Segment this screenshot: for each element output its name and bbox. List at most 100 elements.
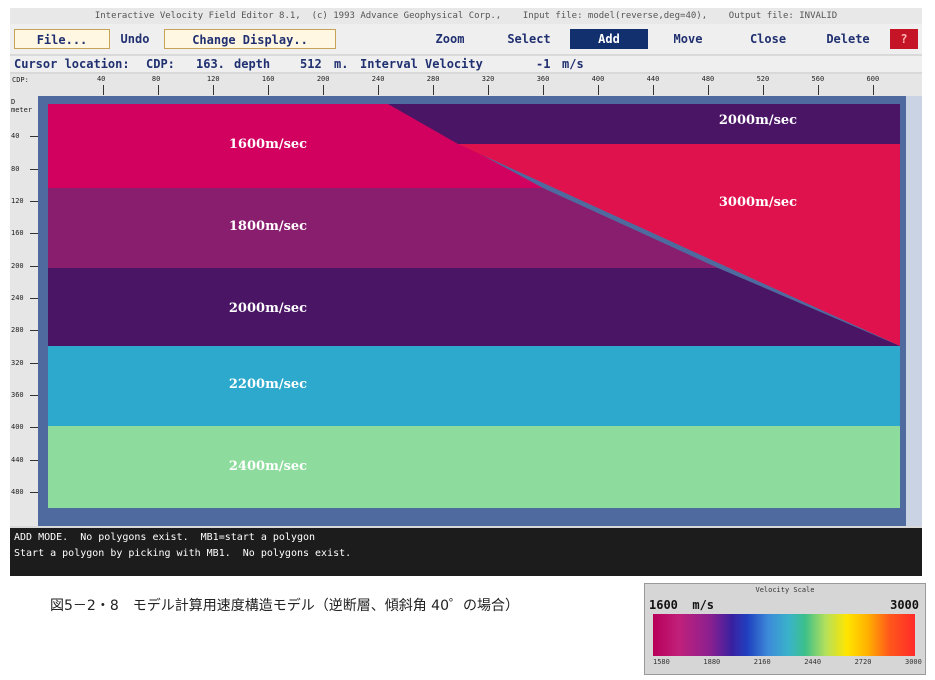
velocity-layer[interactable]: 2400m/sec	[48, 426, 900, 508]
cdp-tick	[597, 85, 599, 95]
cdp-tick-label: 360	[536, 75, 550, 83]
velocity-color-bar	[653, 614, 915, 656]
depth-tick-label: 240	[11, 293, 24, 302]
menu-bar: File... Undo Change Display.. Zoom Selec…	[10, 24, 922, 54]
depth-tick	[30, 362, 38, 364]
cdp-tick-label: 400	[591, 75, 605, 83]
message-line-1: ADD MODE. No polygons exist. MB1=start a…	[14, 532, 316, 543]
layer-velocity-label: 3000m/sec	[719, 195, 797, 210]
cdp-tick	[212, 85, 214, 95]
velocity-scale-min-value: 1600	[649, 598, 678, 612]
cdp-tick	[377, 85, 379, 95]
cdp-tick-label: 600	[866, 75, 880, 83]
velocity-label: Interval Velocity	[360, 57, 483, 71]
cdp-tick	[762, 85, 764, 95]
velocity-scale-panel: Velocity Scale 1600 m/s 3000 1580 1880 216…	[644, 583, 926, 675]
depth-tick-label: 200	[11, 261, 24, 270]
cdp-axis-name: CDP:	[12, 76, 29, 84]
velocity-scale-title: Velocity Scale	[755, 586, 815, 594]
file-menu-button[interactable]: File...	[14, 29, 110, 49]
message-area: ADD MODE. No polygons exist. MB1=start a…	[10, 528, 922, 576]
cdp-tick	[542, 85, 544, 95]
velocity-scale-tick: 1580	[653, 658, 670, 666]
layer-velocity-label: 2200m/sec	[229, 377, 307, 392]
cdp-tick-label: 480	[701, 75, 715, 83]
cursor-location-bar: Cursor location: CDP: 163. depth 512 m. …	[10, 56, 922, 72]
layer-velocity-label: 2400m/sec	[229, 459, 307, 474]
velocity-model-plot[interactable]: 1600m/sec 1800m/sec 2000m/sec 2200m/sec 2400…	[38, 96, 906, 526]
velocity-value: -1	[536, 57, 551, 71]
velocity-scale-tick: 3000	[905, 658, 922, 666]
depth-tick	[30, 265, 38, 267]
layer-polygon[interactable]	[48, 426, 900, 508]
undo-button[interactable]: Undo	[110, 29, 160, 49]
velocity-scale-unit: m/s	[692, 598, 715, 612]
depth-tick	[30, 168, 38, 170]
cdp-tick-label: 200	[316, 75, 330, 83]
cdp-tick	[487, 85, 489, 95]
depth-value: 512	[300, 57, 322, 71]
depth-tick	[30, 330, 38, 332]
cdp-tick-label: 40	[96, 75, 106, 83]
velocity-editor-window: Interactive Velocity Field Editor 8.1, (…	[10, 8, 922, 576]
depth-tick-label: 80	[11, 164, 20, 173]
cdp-tick-label: 440	[646, 75, 660, 83]
depth-tick	[30, 233, 38, 235]
cdp-tick	[652, 85, 654, 95]
depth-tick	[30, 394, 38, 396]
depth-tick-label: 400	[11, 423, 24, 432]
depth-tick	[30, 427, 38, 429]
close-button[interactable]: Close	[738, 29, 798, 49]
cdp-value: 163.	[196, 57, 225, 71]
depth-tick-label: 160	[11, 229, 24, 238]
velocity-layer[interactable]: 2000m/sec	[388, 104, 900, 144]
zoom-button[interactable]: Zoom	[420, 29, 480, 49]
depth-label: depth	[234, 57, 271, 71]
cdp-tick	[707, 85, 709, 95]
cdp-tick-label: 120	[206, 75, 220, 83]
velocity-unit: m/s	[562, 57, 584, 71]
alert-indicator[interactable]: ?	[890, 29, 918, 49]
layer-polygon[interactable]	[388, 104, 900, 144]
depth-tick-label: 320	[11, 358, 24, 367]
depth-ruler: D meter 40 80 120 160 200 240 280 320 360 400 440 4…	[10, 96, 38, 526]
depth-tick-label: 440	[11, 455, 24, 464]
cdp-tick-label: 280	[426, 75, 440, 83]
velocity-scale-max: 3000	[890, 598, 919, 612]
depth-unit: m.	[334, 57, 349, 71]
layer-polygon[interactable]	[48, 346, 900, 426]
layer-velocity-label: 1800m/sec	[229, 219, 307, 234]
velocity-scale-min: 1600 m/s	[649, 598, 714, 612]
cursor-label: Cursor location:	[14, 57, 130, 71]
cdp-tick-label: 240	[371, 75, 385, 83]
layer-velocity-label: 1600m/sec	[229, 137, 307, 152]
depth-tick-label: 120	[11, 196, 24, 205]
depth-tick-label: 360	[11, 390, 24, 399]
move-button[interactable]: Move	[660, 29, 716, 49]
cdp-tick	[872, 85, 874, 95]
figure-caption: 図5－2・8 モデル計算用速度構造モデル（逆断層、傾斜角 40゜の場合）	[50, 598, 519, 614]
depth-tick-label: 480	[11, 487, 24, 496]
cdp-tick-label: 320	[481, 75, 495, 83]
depth-tick	[30, 459, 38, 461]
model-canvas-area[interactable]: CDP: 40 80 120 160 200 240 280 320 360 400 440 480 5…	[10, 74, 922, 526]
velocity-scale-tick: 2440	[804, 658, 822, 666]
cdp-tick	[267, 85, 269, 95]
cdp-tick-label: 80	[151, 75, 161, 83]
change-display-button[interactable]: Change Display..	[164, 29, 336, 49]
window-title: Interactive Velocity Field Editor 8.1, (…	[10, 8, 922, 24]
velocity-layer[interactable]: 2200m/sec	[48, 346, 900, 426]
add-button[interactable]: Add	[570, 29, 648, 49]
select-button[interactable]: Select	[496, 29, 562, 49]
delete-button[interactable]: Delete	[816, 29, 880, 49]
depth-tick	[30, 136, 38, 138]
right-margin	[906, 96, 922, 526]
velocity-scale-ticks: 1580 1880 2160 2440 2720 3000	[653, 658, 922, 668]
velocity-scale-tick: 2160	[753, 658, 771, 666]
cdp-tick-label: 520	[756, 75, 770, 83]
cdp-label: CDP:	[146, 57, 175, 71]
depth-tick	[30, 491, 38, 493]
depth-tick-label: 280	[11, 326, 24, 335]
cdp-tick-label: 560	[811, 75, 825, 83]
layer-velocity-label: 2000m/sec	[229, 301, 307, 316]
